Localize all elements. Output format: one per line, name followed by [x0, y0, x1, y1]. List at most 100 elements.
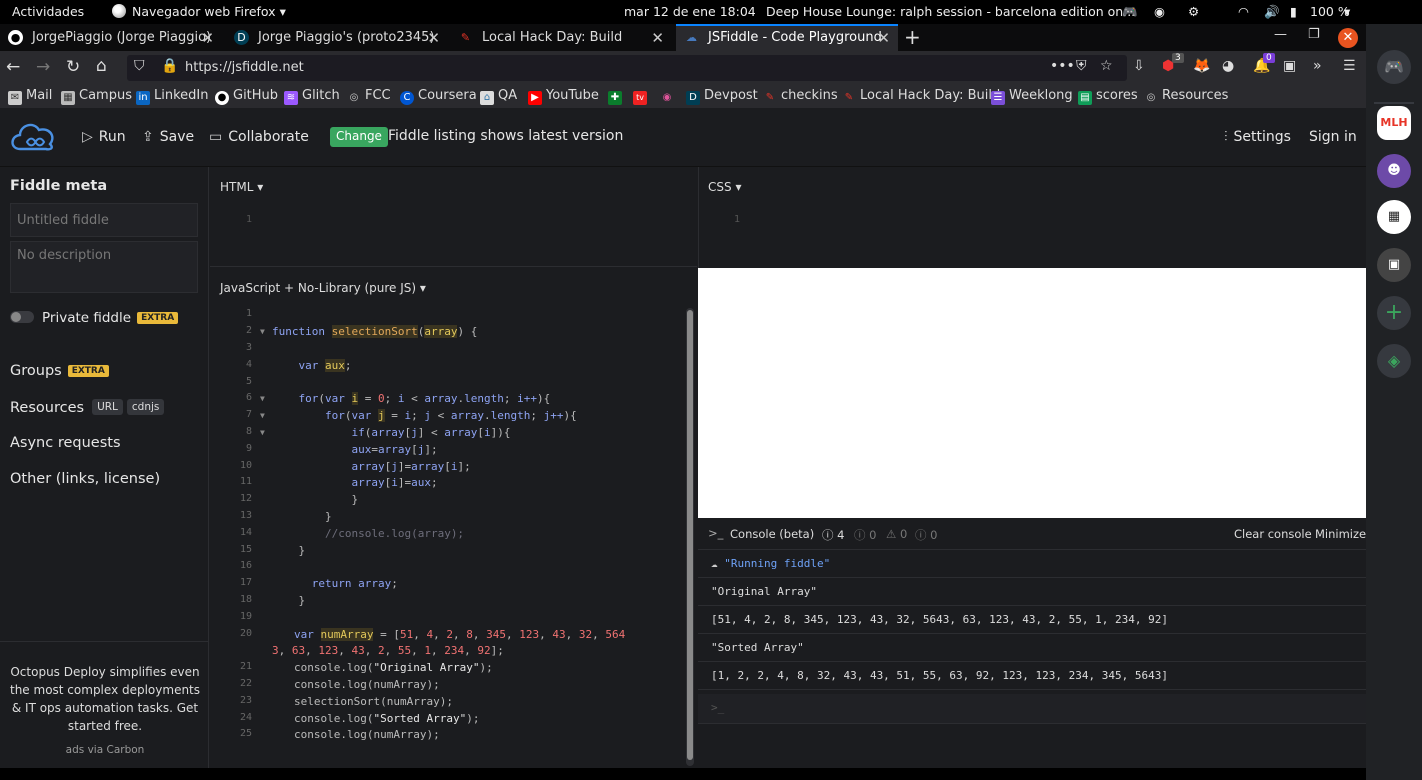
minimize-console-button[interactable]: Minimize: [1315, 527, 1366, 541]
chat-bubble-icon: ▭: [209, 129, 223, 145]
async-requests-link[interactable]: Async requests: [10, 435, 121, 451]
bookmark-devpost[interactable]: D Devpost: [686, 88, 758, 105]
settings-button[interactable]: ⫶ Settings: [1224, 129, 1291, 145]
volume-icon[interactable]: 🔊: [1264, 4, 1280, 20]
warn-count[interactable]: ⚠ 0: [886, 527, 907, 541]
console-input[interactable]: >_: [698, 694, 1366, 724]
js-code-editor[interactable]: 1 2 ▼ function selectionSort(array) { 3 4 …: [210, 308, 697, 768]
clear-console-button[interactable]: Clear console: [1234, 527, 1312, 541]
wifi-icon[interactable]: ◠: [1238, 4, 1249, 19]
fiddle-description-input[interactable]: No description: [10, 241, 198, 293]
bookmark-weeklong[interactable]: ☰ Weeklong: [991, 88, 1073, 105]
more-dots-icon[interactable]: •••: [1050, 58, 1075, 74]
steam-tray-icon[interactable]: ⚙: [1188, 4, 1199, 19]
meme-server-icon[interactable]: ▣: [1377, 248, 1411, 282]
lock-icon[interactable]: 🔒: [161, 58, 178, 74]
resources-link[interactable]: Resources URL cdnjs: [10, 399, 165, 416]
groups-link[interactable]: Groups EXTRA: [10, 363, 109, 379]
grid-server-icon[interactable]: ▦: [1377, 200, 1411, 234]
back-arrow-icon[interactable]: ←: [6, 57, 20, 77]
carbon-ad-text[interactable]: Octopus Deploy simplifies even the most …: [10, 663, 200, 735]
mlh-server-icon[interactable]: MLH: [1377, 106, 1411, 140]
app-menu[interactable]: Navegador web Firefox ▾: [112, 4, 286, 19]
collaborate-button[interactable]: ▭ Collaborate: [209, 129, 309, 145]
result-iframe[interactable]: [698, 268, 1366, 518]
css-panel-label[interactable]: CSS ▾: [708, 180, 741, 194]
compass-icon[interactable]: ◈: [1377, 344, 1411, 378]
other-links-license[interactable]: Other (links, license): [10, 471, 160, 487]
activities-button[interactable]: Actividades: [12, 4, 84, 19]
add-server-plus-icon[interactable]: +: [1377, 296, 1411, 330]
save-button[interactable]: ⇪ Save: [142, 129, 194, 145]
clock[interactable]: mar 12 de ene 18:04: [624, 4, 756, 19]
shield-icon[interactable]: ⛉: [134, 58, 145, 74]
tab-local-hack-day[interactable]: ✎ Local Hack Day: Build ✕: [450, 24, 672, 51]
fiddle-title-input[interactable]: Untitled fiddle: [10, 203, 198, 237]
home-icon[interactable]: ⌂: [96, 56, 107, 76]
close-window-icon[interactable]: ✕: [1338, 28, 1358, 48]
system-menu-chevron-icon[interactable]: ▾: [1344, 4, 1350, 19]
bookmark-star-icon[interactable]: ☆: [1100, 58, 1113, 74]
js-editor-scrollbar[interactable]: [686, 308, 694, 766]
hamburger-menu-icon[interactable]: ☰: [1343, 58, 1356, 74]
html-panel[interactable]: [210, 167, 697, 267]
bookmark-local-hack-day[interactable]: ✎ Local Hack Day: Build: [842, 88, 1000, 105]
close-icon[interactable]: ✕: [201, 29, 214, 47]
css-panel[interactable]: [698, 167, 1366, 268]
extension-icon[interactable]: ◕: [1222, 58, 1234, 74]
console-row: "Sorted Array": [698, 634, 1366, 662]
bookmark-fcc[interactable]: ◎ FCC: [347, 88, 391, 105]
tab-jsfiddle[interactable]: ☁ JSFiddle - Code Playground ✕: [676, 24, 898, 51]
cdnjs-button[interactable]: cdnjs: [126, 399, 165, 415]
tab-devpost[interactable]: D Jorge Piaggio's (proto2345) ✕: [226, 24, 448, 51]
new-tab-plus-icon[interactable]: +: [904, 25, 921, 49]
media-notification[interactable]: Deep House Lounge: ralph session - barce…: [766, 4, 1135, 19]
url-button[interactable]: URL: [92, 399, 123, 415]
overflow-chevron-icon[interactable]: »: [1313, 58, 1322, 74]
bookmark-green-app[interactable]: ✚: [608, 88, 626, 105]
bookmark-resources[interactable]: ◎ Resources: [1144, 88, 1229, 105]
bookmark-linkedin[interactable]: in LinkedIn: [136, 88, 208, 105]
private-toggle[interactable]: [10, 311, 34, 323]
url-text[interactable]: https://jsfiddle.net: [185, 60, 304, 75]
bookmark-qa[interactable]: ⌂ QA: [480, 88, 517, 105]
download-icon[interactable]: ⇩: [1133, 58, 1145, 74]
extension-icon[interactable]: 🦊: [1193, 58, 1210, 74]
devpost-icon: D: [234, 30, 249, 45]
sign-in-link[interactable]: Sign in: [1309, 129, 1357, 145]
jsfiddle-logo[interactable]: [8, 119, 58, 155]
bookmark-github[interactable]: ● GitHub: [215, 88, 278, 105]
close-icon[interactable]: ✕: [427, 29, 440, 47]
bookmark-glitch[interactable]: ≋ Glitch: [284, 88, 340, 105]
discord-icon[interactable]: 🎮: [1377, 50, 1411, 84]
html-panel-label[interactable]: HTML ▾: [220, 180, 263, 194]
close-icon[interactable]: ✕: [877, 29, 890, 47]
pocket-icon[interactable]: ⛨: [1076, 58, 1087, 74]
bookmark-coursera[interactable]: C Coursera: [400, 88, 477, 105]
run-button[interactable]: ▷ Run: [82, 129, 126, 145]
change-badge[interactable]: Change: [330, 127, 388, 147]
bookmark-youtube[interactable]: ▶ YouTube: [528, 88, 599, 105]
forward-arrow-icon[interactable]: →: [36, 57, 50, 77]
info-count[interactable]: ⓘ 0: [854, 527, 876, 543]
js-panel-label[interactable]: JavaScript + No-Library (pure JS) ▾: [220, 281, 426, 295]
bookmark-checkins[interactable]: ✎ checkins: [763, 88, 838, 105]
discord-tray-icon[interactable]: 🎮: [1122, 4, 1138, 20]
bookmark-mail[interactable]: ✉ Mail: [8, 88, 52, 105]
error-count[interactable]: ⓘ 0: [915, 527, 937, 543]
bookmark-scores[interactable]: ▤ scores: [1078, 88, 1138, 105]
minimize-window-icon[interactable]: —: [1274, 27, 1287, 42]
tab-github[interactable]: ● JorgePiaggio (Jorge Piaggio) ✕: [0, 24, 222, 51]
bookmark-tv[interactable]: tv: [633, 88, 651, 105]
extension-icon[interactable]: ▣: [1283, 58, 1296, 74]
bookmark-pink-app[interactable]: ◉: [660, 88, 678, 105]
maximize-window-icon[interactable]: ❐: [1308, 27, 1320, 42]
battery-icon[interactable]: ▮: [1290, 4, 1297, 19]
reload-icon[interactable]: ↻: [66, 57, 80, 77]
server-avatar-icon[interactable]: ☻: [1377, 154, 1411, 188]
log-count[interactable]: ⓘ 4: [822, 527, 844, 543]
eye-tray-icon[interactable]: ◉: [1154, 4, 1165, 19]
close-icon[interactable]: ✕: [651, 29, 664, 47]
bookmark-campus[interactable]: ▦ Campus: [61, 88, 132, 105]
ads-via-carbon[interactable]: ads via Carbon: [10, 744, 200, 756]
